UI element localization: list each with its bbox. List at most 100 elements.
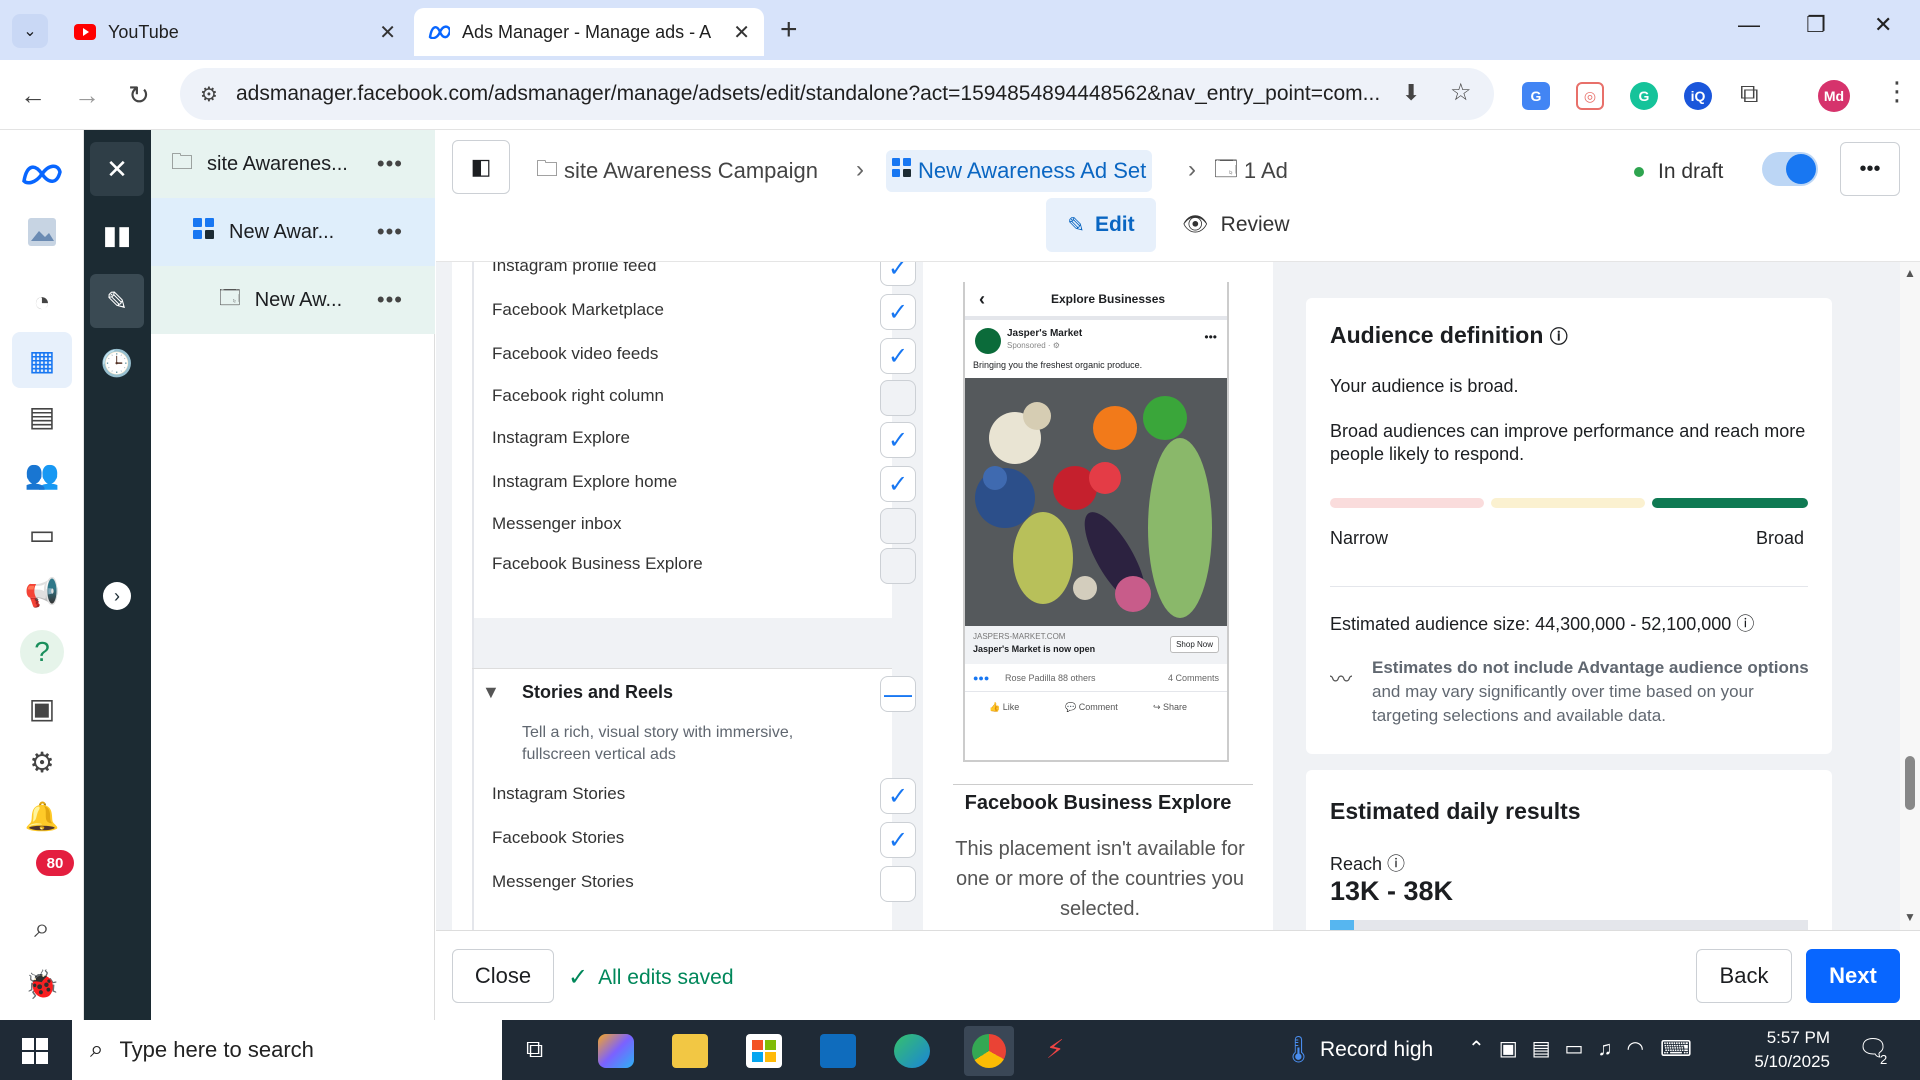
bug-report-icon[interactable]: 🐞 [20,962,64,1006]
install-app-icon[interactable]: ⬇ [1402,80,1420,106]
url-text[interactable]: adsmanager.facebook.com/adsmanager/manag… [236,82,1386,106]
ad-window-icon: 🗔 [1214,156,1238,181]
placement-checkbox[interactable]: ✓ [880,294,916,330]
outlook-icon[interactable] [820,1034,856,1068]
info-icon[interactable]: ⓘ [1387,854,1405,874]
ads-megaphone-icon[interactable]: 📢 [20,570,64,614]
close-tab-icon[interactable]: ✕ [733,20,750,45]
extension-icon[interactable]: iQ [1684,82,1712,110]
edit-tab[interactable]: ✎ Edit [1046,198,1156,252]
windows-start-icon[interactable] [22,1038,48,1069]
breadcrumb-ad[interactable]: 🗔 1 Ad [1214,150,1288,192]
task-view-icon[interactable]: ⧉ [526,1036,543,1064]
daily-results-card: Estimated daily results Reach ⓘ 13K - 38… [1306,770,1832,930]
more-options-icon[interactable]: ••• [377,219,403,245]
search-icon[interactable]: ⌕ [20,906,64,950]
breadcrumb-campaign[interactable]: 🗀 site Awareness Campaign [536,150,818,192]
back-icon[interactable]: ← [20,80,46,111]
more-actions-button[interactable]: ••• [1840,142,1900,196]
news-icon[interactable]: ▣ [20,686,64,730]
notifications-bell-icon[interactable]: 🔔 [20,794,64,838]
taskbar-search[interactable]: ⌕ Type here to search [72,1020,502,1080]
collapse-triangle-icon[interactable]: ▼ [482,682,500,703]
tab-youtube[interactable]: YouTube ✕ [60,8,410,56]
close-editor-icon[interactable]: ✕ [90,142,144,196]
placement-checkbox[interactable]: ✓ [880,822,916,858]
back-button[interactable]: Back [1696,949,1792,1003]
meta-logo-icon[interactable] [20,152,64,196]
tab-search-dropdown-icon[interactable]: ⌄ [12,14,48,48]
placement-checkbox[interactable]: ✓ [880,338,916,374]
campaigns-table-icon[interactable]: ▦ [12,332,72,388]
file-explorer-icon[interactable] [672,1034,708,1068]
tree-item-ad[interactable]: 🗔 New Aw... ••• [151,266,435,334]
copilot-icon[interactable] [598,1034,634,1068]
reload-icon[interactable]: ↻ [128,80,150,111]
placement-checkbox[interactable]: ✓ [880,422,916,458]
clock-time[interactable]: 5:57 PM [1750,1028,1830,1048]
info-icon[interactable]: ⓘ [1550,327,1568,347]
campaign-toggle[interactable] [1762,152,1818,186]
new-tab-icon[interactable]: + [780,14,798,46]
tab-title: Ads Manager - Manage ads - A [462,21,712,42]
stories-section-checkbox[interactable]: — [880,676,916,712]
audiences-icon[interactable]: 👥 [20,452,64,496]
close-tab-icon[interactable]: ✕ [379,20,396,45]
screenshot-extension-icon[interactable]: ◎ [1576,82,1604,110]
app-icon[interactable]: ⚡ [1046,1034,1082,1068]
edge-icon[interactable] [894,1034,930,1068]
more-options-icon[interactable]: ••• [377,287,403,313]
folder-icon: 🗀 [171,149,194,174]
tree-item-adset[interactable]: New Awar... ••• [151,198,435,266]
account-image-icon[interactable] [20,210,64,254]
more-options-icon[interactable]: ••• [377,151,403,177]
history-clock-icon[interactable]: 🕒 [90,336,144,390]
info-icon[interactable]: ⓘ [1736,614,1754,634]
microsoft-store-icon[interactable] [746,1034,782,1068]
keyboard-icon[interactable]: ⌨ [1660,1036,1692,1062]
site-settings-icon[interactable]: ⚙ [200,82,218,107]
close-button[interactable]: Close [452,949,554,1003]
windows-taskbar: ⌕ Type here to search ⧉ ⚡ 🌡 Record high … [0,1020,1920,1080]
review-tab[interactable]: 👁 Review [1182,198,1290,252]
profile-avatar[interactable]: Md [1818,80,1850,112]
system-tray-icons[interactable]: ⌃▣▤▭♫◠ [1468,1036,1658,1061]
google-translate-icon[interactable]: G [1522,82,1550,110]
grammarly-icon[interactable]: G [1630,82,1658,110]
tab-ads-manager[interactable]: Ads Manager - Manage ads - A ✕ [414,8,764,56]
tree-item-campaign[interactable]: 🗀 site Awarenes... ••• [151,130,435,198]
reports-icon[interactable]: ▤ [20,394,64,438]
clock-date[interactable]: 5/10/2025 [1740,1052,1830,1072]
weather-text[interactable]: Record high [1320,1038,1433,1062]
next-button[interactable]: Next [1806,949,1900,1003]
minimize-icon[interactable]: — [1738,12,1760,38]
placement-checkbox[interactable] [880,380,916,416]
back-chevron-icon: ‹ [979,288,985,309]
scrollbar[interactable]: ▲ ▼ [1900,262,1920,930]
forward-icon[interactable]: → [74,80,100,111]
billing-card-icon[interactable]: ▭ [20,512,64,556]
address-bar[interactable]: ⚙ adsmanager.facebook.com/adsmanager/man… [180,68,1494,120]
performance-chart-icon[interactable]: ▮▮ [90,208,144,262]
breadcrumb-adset[interactable]: New Awareness Ad Set [886,150,1153,192]
edit-pencil-icon[interactable]: ✎ [90,274,144,328]
close-window-icon[interactable]: ✕ [1874,12,1892,38]
section-description: Tell a rich, visual story with immersive… [522,724,794,763]
bookmark-star-icon[interactable]: ☆ [1450,78,1472,107]
help-icon[interactable]: ? [20,630,64,674]
dashboard-gauge-icon[interactable]: ◔ [20,280,64,324]
placement-checkbox[interactable] [880,866,916,902]
placement-checkbox[interactable] [880,548,916,584]
scrollbar-thumb[interactable] [1905,756,1915,810]
extensions-puzzle-icon[interactable]: ⧉ [1740,78,1759,110]
placement-checkbox[interactable] [880,508,916,544]
toggle-sidebar-icon[interactable]: ◧ [452,140,510,194]
placement-checkbox[interactable]: ✓ [880,778,916,814]
settings-gear-icon[interactable]: ⚙ [20,740,64,784]
expand-chevron-icon[interactable]: › [103,582,131,610]
chrome-icon[interactable] [964,1026,1014,1076]
browser-menu-icon[interactable]: ⋮ [1884,76,1910,107]
placement-checkbox[interactable]: ✓ [880,262,916,286]
placement-checkbox[interactable]: ✓ [880,466,916,502]
restore-icon[interactable]: ❐ [1806,12,1826,38]
